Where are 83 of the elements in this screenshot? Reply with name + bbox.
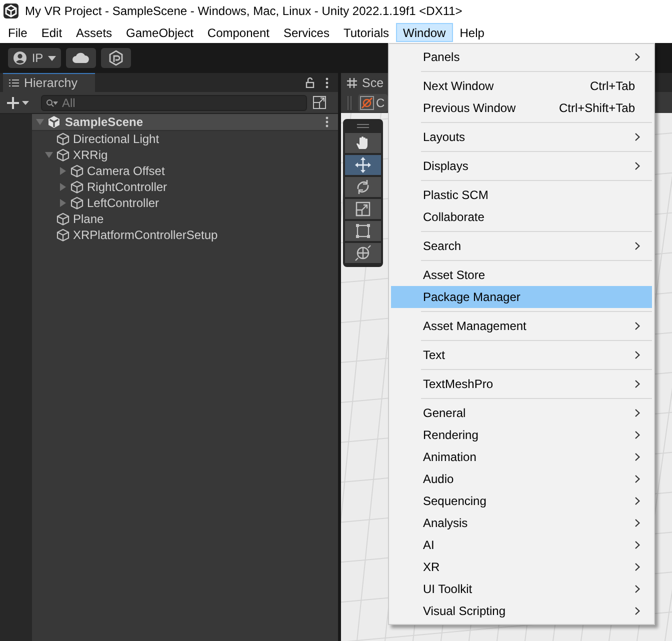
menu-item[interactable]: Services bbox=[276, 23, 336, 42]
menu-item[interactable]: Displays bbox=[391, 155, 652, 177]
menu-item[interactable]: Audio bbox=[391, 468, 652, 490]
transform-icon bbox=[355, 245, 371, 261]
rect-tool-icon bbox=[355, 223, 371, 239]
menu-item[interactable]: AI bbox=[391, 534, 652, 556]
unity-logo-icon bbox=[3, 3, 19, 19]
lock-icon[interactable] bbox=[305, 77, 315, 88]
menu-item[interactable]: Package Manager bbox=[391, 286, 652, 308]
hexagon-icon bbox=[109, 50, 123, 66]
menu-item[interactable]: Assets bbox=[69, 23, 120, 42]
menu-item[interactable]: Collaborate bbox=[391, 206, 652, 228]
menu-item[interactable]: File bbox=[1, 23, 34, 42]
cube-icon bbox=[56, 212, 70, 226]
menu-item[interactable]: Search bbox=[391, 235, 652, 257]
menu-item[interactable]: Previous Window Ctrl+Shift+Tab bbox=[391, 97, 652, 119]
rotate-icon bbox=[355, 179, 371, 195]
menu-item[interactable]: Visual Scripting bbox=[391, 600, 652, 622]
dropdown-caret-icon bbox=[22, 100, 29, 104]
transform-tool-button[interactable] bbox=[345, 243, 381, 263]
cube-icon bbox=[70, 196, 84, 210]
menu-item[interactable]: Layouts bbox=[391, 126, 652, 148]
menu-item[interactable]: Edit bbox=[34, 23, 70, 42]
unity-scene-icon bbox=[47, 115, 61, 129]
cube-icon bbox=[70, 164, 84, 178]
cube-icon bbox=[56, 148, 70, 162]
gizmo-button[interactable]: C bbox=[358, 94, 388, 112]
account-button[interactable]: IP bbox=[8, 48, 61, 68]
scene-row[interactable]: SampleScene bbox=[32, 114, 338, 131]
menu-item[interactable]: Sequencing bbox=[391, 490, 652, 512]
rect-tool-button[interactable] bbox=[345, 221, 381, 241]
hierarchy-item[interactable]: Plane bbox=[73, 212, 104, 226]
menu-item[interactable]: Help bbox=[452, 23, 492, 42]
menu-item[interactable]: General bbox=[391, 402, 652, 424]
menu-item[interactable]: Analysis bbox=[391, 512, 652, 534]
cube-icon bbox=[70, 180, 84, 194]
drag-handle-icon bbox=[357, 124, 369, 128]
user-icon bbox=[12, 51, 27, 65]
menu-item[interactable]: Tutorials bbox=[336, 23, 396, 42]
menu-item[interactable]: Window bbox=[396, 23, 453, 42]
search-field[interactable]: All bbox=[41, 94, 307, 110]
plastic-scm-button[interactable] bbox=[101, 48, 131, 68]
move-arrows-icon bbox=[355, 157, 371, 173]
menu-item[interactable]: XR bbox=[391, 556, 652, 578]
menu-item[interactable]: Rendering bbox=[391, 424, 652, 446]
hierarchy-item[interactable]: LeftController bbox=[87, 196, 160, 210]
kebab-menu-icon[interactable] bbox=[325, 76, 329, 88]
hierarchy-item[interactable]: XRPlatformControllerSetup bbox=[73, 228, 218, 242]
grid-icon bbox=[347, 78, 357, 88]
hierarchy-item[interactable]: RightController bbox=[87, 180, 168, 194]
scale-icon bbox=[355, 201, 371, 217]
cloud-icon bbox=[72, 52, 90, 64]
kebab-menu-icon[interactable] bbox=[325, 116, 329, 128]
hierarchy-item[interactable]: Directional Light bbox=[73, 132, 160, 146]
menu-item[interactable]: GameObject bbox=[119, 23, 200, 42]
hierarchy-tab[interactable]: Hierarchy bbox=[3, 73, 95, 92]
cloud-button[interactable] bbox=[66, 48, 96, 68]
move-tool-button[interactable] bbox=[345, 155, 381, 175]
scale-tool-button[interactable] bbox=[345, 199, 381, 219]
search-icon bbox=[46, 98, 58, 108]
gizmo-icon bbox=[360, 96, 374, 110]
cube-icon bbox=[56, 228, 70, 242]
menu-item[interactable]: Plastic SCM bbox=[391, 184, 652, 206]
menu-item[interactable]: TextMeshPro bbox=[391, 373, 652, 395]
hierarchy-item[interactable]: Camera Offset bbox=[87, 164, 165, 178]
rotate-tool-button[interactable] bbox=[345, 177, 381, 197]
expand-window-icon bbox=[312, 96, 326, 109]
hand-tool-button[interactable] bbox=[345, 133, 381, 153]
window-title: My VR Project - SampleScene - Windows, Mac, Linux - Unity 2022.1.19f1 <DX11> bbox=[25, 4, 462, 18]
list-icon bbox=[9, 79, 19, 87]
menu-item[interactable]: Text bbox=[391, 344, 652, 366]
menu-item[interactable]: UI Toolkit bbox=[391, 578, 652, 600]
menu-item[interactable]: Asset Store bbox=[391, 264, 652, 286]
plus-icon bbox=[7, 96, 19, 108]
menu-item[interactable]: Component bbox=[200, 23, 276, 42]
menu-item[interactable]: Asset Management bbox=[391, 315, 652, 337]
drag-handle-icon bbox=[347, 96, 352, 110]
maximize-button[interactable] bbox=[310, 94, 328, 110]
menu-item[interactable]: Animation bbox=[391, 446, 652, 468]
hierarchy-item[interactable]: XRRig bbox=[73, 148, 108, 162]
dropdown-caret-icon bbox=[48, 56, 56, 60]
menu-item[interactable]: Panels bbox=[391, 46, 652, 68]
cube-icon bbox=[56, 132, 70, 146]
